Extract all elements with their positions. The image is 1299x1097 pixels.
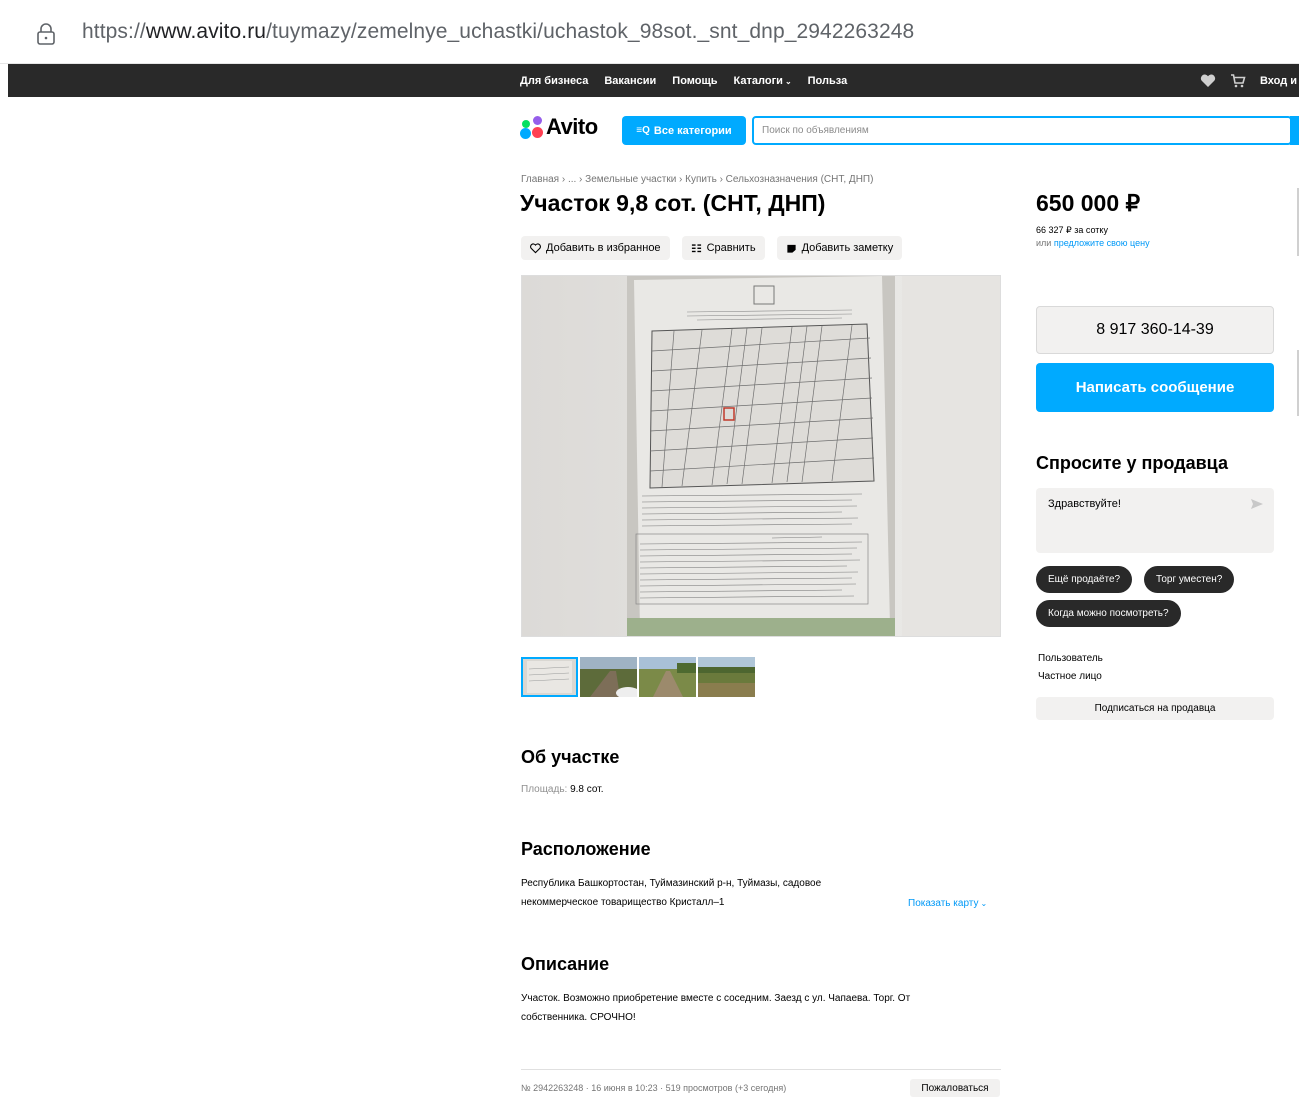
- complain-button[interactable]: Пожаловаться: [910, 1079, 1000, 1097]
- search-input[interactable]: Поиск по объявлениям: [752, 116, 1292, 145]
- all-categories-button[interactable]: ≡Q Все категории: [622, 116, 746, 145]
- seller-type: Частное лицо: [1038, 671, 1102, 682]
- location-heading: Расположение: [521, 839, 651, 859]
- document-photo-image: [522, 276, 1000, 636]
- lock-icon: [37, 23, 55, 45]
- description-heading: Описание: [521, 954, 610, 974]
- heart-outline-icon: [530, 242, 541, 253]
- offer-price-link[interactable]: предложите свою цену: [1054, 238, 1150, 248]
- subscribe-seller-button[interactable]: Подписаться на продавца: [1036, 697, 1274, 720]
- nav-link-catalogs[interactable]: Каталоги ⌄: [734, 75, 792, 87]
- thumbnail-field[interactable]: [698, 657, 755, 697]
- thumbnail-road[interactable]: [580, 657, 637, 697]
- avito-logo[interactable]: Avito: [520, 114, 598, 140]
- compare-icon: [691, 243, 701, 252]
- url-text[interactable]: https://www.avito.ru/tuymazy/zemelnye_uc…: [82, 20, 914, 44]
- about-heading: Об участке: [521, 747, 620, 767]
- address-line-2: некоммерческое товарищество Кристалл–1: [521, 897, 725, 908]
- area-row: Площадь: 9.8 сот.: [521, 784, 603, 795]
- main-photo[interactable]: [521, 275, 1001, 637]
- page-title: Участок 9,8 сот. (СНТ, ДНП): [520, 190, 826, 216]
- login-link[interactable]: Вход и р: [1260, 75, 1299, 87]
- ask-seller-heading: Спросите у продавца: [1036, 453, 1228, 473]
- chevron-down-icon: ⌄: [784, 76, 792, 86]
- offer-price-row: или предложите свою цену: [1036, 238, 1150, 248]
- area-value: 9.8 сот.: [570, 784, 604, 795]
- quick-question-still-selling[interactable]: Ещё продаёте?: [1036, 566, 1133, 593]
- send-icon[interactable]: [1250, 498, 1264, 510]
- listing-actions: Добавить в избранное Сравнить Добавить з…: [521, 236, 914, 260]
- description-line-1: Участок. Возможно приобретение вместе с …: [521, 993, 911, 1004]
- top-navigation: Для бизнеса Вакансии Помощь Каталоги ⌄ По…: [8, 64, 1299, 97]
- show-map-link[interactable]: Показать карту ⌄: [908, 898, 987, 909]
- add-note-button[interactable]: Добавить заметку: [776, 236, 903, 260]
- nav-link-business[interactable]: Для бизнеса: [520, 75, 588, 87]
- write-message-button[interactable]: Написать сообщение: [1036, 363, 1274, 412]
- thumbnail-document[interactable]: [521, 657, 578, 697]
- chat-input[interactable]: Здравствуйте!: [1036, 488, 1274, 553]
- cart-icon[interactable]: [1230, 73, 1246, 88]
- nav-link-vacancies[interactable]: Вакансии: [604, 75, 656, 87]
- logo-dots-icon: [520, 116, 544, 139]
- breadcrumb[interactable]: Главная › ... › Земельные участки › Купи…: [521, 174, 873, 185]
- chevron-down-icon: ⌄: [980, 899, 988, 908]
- area-label: Площадь:: [521, 784, 568, 795]
- price: 650 000 ₽: [1036, 190, 1141, 216]
- seller-name[interactable]: Пользователь: [1038, 653, 1103, 664]
- nav-link-help[interactable]: Помощь: [672, 75, 717, 87]
- search-button[interactable]: [1290, 116, 1299, 145]
- price-per-sotka: 66 327 ₽ за сотку: [1036, 225, 1108, 235]
- compare-button[interactable]: Сравнить: [681, 236, 765, 260]
- browser-address-bar[interactable]: https://www.avito.ru/tuymazy/zemelnye_uc…: [0, 0, 1299, 64]
- phone-button[interactable]: 8 917 360-14-39: [1036, 306, 1274, 354]
- menu-search-icon: ≡Q: [636, 125, 650, 136]
- thumbnail-dirt-road[interactable]: [639, 657, 696, 697]
- note-icon: [786, 244, 796, 253]
- add-to-favorites-button[interactable]: Добавить в избранное: [521, 236, 670, 260]
- quick-question-viewing[interactable]: Когда можно посмотреть?: [1036, 600, 1181, 627]
- quick-question-bargain[interactable]: Торг уместен?: [1144, 566, 1235, 593]
- photo-thumbnails: [521, 657, 757, 697]
- description-line-2: собственника. СРОЧНО!: [521, 1012, 636, 1023]
- nav-link-benefit[interactable]: Польза: [808, 75, 848, 87]
- heart-icon[interactable]: [1200, 74, 1216, 88]
- address-line-1: Республика Башкортостан, Туймазинский р-…: [521, 878, 822, 889]
- listing-meta: № 2942263248 · 16 июня в 10:23 · 519 про…: [521, 1083, 787, 1093]
- footer-divider: [521, 1069, 1001, 1070]
